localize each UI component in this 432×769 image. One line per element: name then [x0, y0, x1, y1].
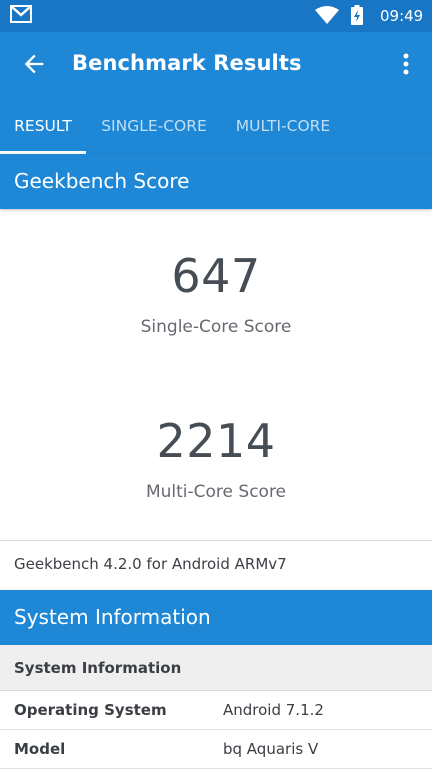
app-bar: Benchmark Results — [0, 32, 432, 96]
row-key: Operating System — [14, 701, 167, 719]
table-row: Operating System Android 7.1.2 — [0, 691, 432, 730]
tab-multi-core[interactable]: MULTI-CORE — [228, 96, 338, 154]
single-core-score-label: Single-Core Score — [140, 317, 292, 337]
tab-bar: RESULT SINGLE-CORE MULTI-CORE — [0, 96, 432, 154]
page-title: Benchmark Results — [72, 51, 302, 75]
geekbench-version: Geekbench 4.2.0 for Android ARMv7 — [0, 540, 432, 589]
row-key: Model — [14, 740, 66, 758]
geekbench-score-header: Geekbench Score — [0, 154, 432, 209]
tab-single-core[interactable]: SINGLE-CORE — [96, 96, 212, 154]
table-row: Model bq Aquaris V — [0, 730, 432, 769]
more-vert-icon[interactable] — [396, 50, 416, 78]
status-bar: 09:49 — [0, 0, 432, 32]
multi-core-score-value: 2214 — [156, 414, 276, 468]
row-value: Android 7.1.2 — [223, 701, 324, 719]
single-core-score-block: 647 Single-Core Score — [0, 249, 432, 337]
tab-result[interactable]: RESULT — [0, 96, 86, 154]
single-core-score-value: 647 — [171, 249, 261, 303]
row-value: bq Aquaris V — [223, 740, 319, 758]
wifi-icon — [315, 6, 339, 24]
system-information-header: System Information — [0, 590, 432, 645]
system-information-subheader: System Information — [0, 645, 432, 691]
gmail-icon — [10, 5, 32, 23]
multi-core-score-block: 2214 Multi-Core Score — [0, 414, 432, 502]
multi-core-score-label: Multi-Core Score — [145, 482, 287, 502]
battery-charging-icon — [351, 5, 363, 25]
arrow-back-icon[interactable] — [20, 50, 48, 78]
status-time: 09:49 — [380, 7, 424, 25]
